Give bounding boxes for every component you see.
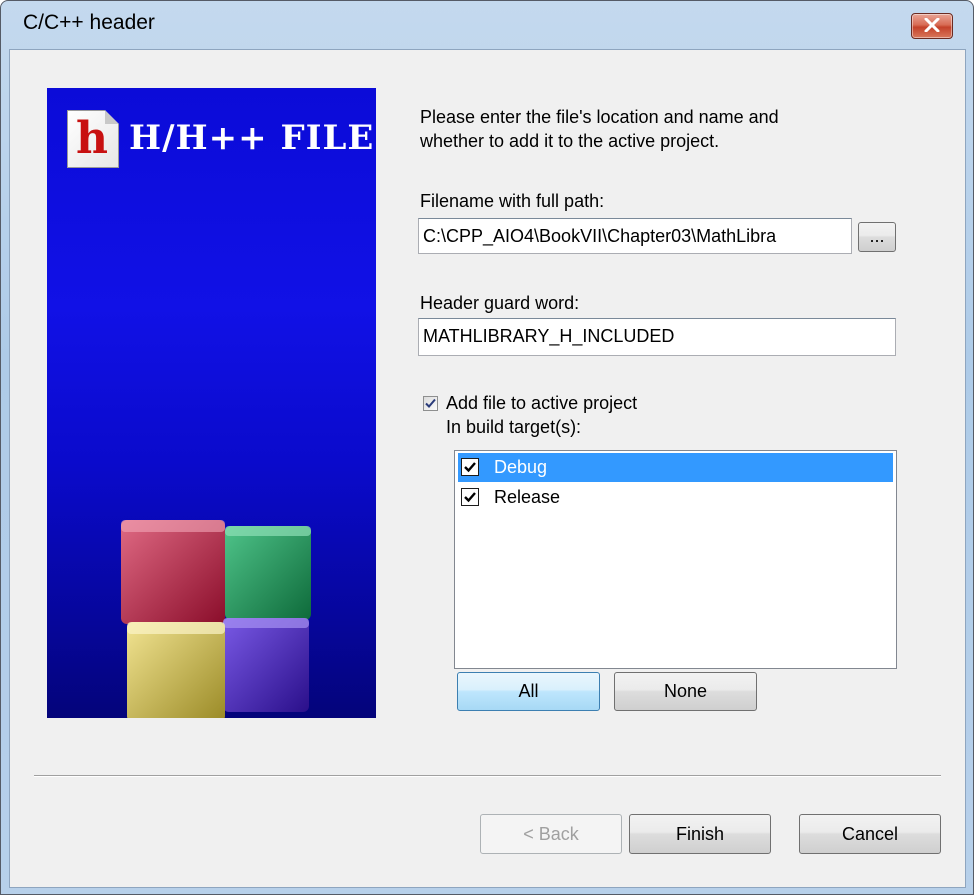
filename-label: Filename with full path:	[420, 191, 605, 211]
wizard-banner: h H/H++ FILE	[47, 88, 376, 718]
finish-button[interactable]: Finish	[629, 814, 771, 854]
build-targets-label: In build target(s):	[446, 417, 582, 437]
title-bar[interactable]: C/C++ header	[1, 1, 973, 49]
build-target-label: Release	[494, 487, 561, 507]
filename-input[interactable]: C:\CPP_AIO4\BookVII\Chapter03\MathLibra	[418, 218, 852, 254]
back-button[interactable]: < Back	[480, 814, 622, 854]
build-target-item-debug[interactable]: Debug	[458, 453, 893, 482]
close-button[interactable]	[911, 13, 953, 39]
header-guard-input[interactable]: MATHLIBRARY_H_INCLUDED	[418, 318, 896, 356]
build-target-debug-checkbox[interactable]	[461, 458, 479, 476]
header-guard-label: Header guard word:	[420, 293, 580, 313]
checkmark-icon	[464, 462, 476, 473]
intro-line-2: whether to add it to the active project.	[420, 131, 720, 151]
build-target-label: Debug	[494, 457, 548, 477]
banner-title: H/H++ FILE	[129, 118, 375, 158]
checkmark-icon	[464, 492, 476, 503]
codeblocks-logo-icon	[121, 520, 311, 718]
header-file-icon-letter: h	[76, 113, 108, 164]
build-target-release-checkbox[interactable]	[461, 488, 479, 506]
browse-button[interactable]: ...	[858, 222, 896, 252]
checkmark-icon	[425, 398, 436, 408]
build-target-item-release[interactable]: Release	[458, 483, 893, 512]
select-none-button[interactable]: None	[614, 672, 757, 711]
add-to-project-checkbox[interactable]	[423, 396, 438, 411]
intro-line-1: Please enter the file's location and nam…	[420, 107, 779, 127]
window-title: C/C++ header	[23, 11, 155, 34]
cancel-button[interactable]: Cancel	[799, 814, 941, 854]
close-icon	[924, 18, 940, 32]
dialog-client-area: h H/H++ FILE Please enter the file's loc…	[9, 49, 966, 888]
build-targets-list[interactable]: Debug Release	[454, 450, 897, 669]
select-all-button[interactable]: All	[457, 672, 600, 711]
footer-separator	[34, 775, 941, 777]
dialog-window: C/C++ header h H/H++ FILE Please enter t…	[0, 0, 974, 895]
header-file-icon: h	[67, 110, 119, 168]
add-to-project-label[interactable]: Add file to active project	[446, 392, 637, 415]
